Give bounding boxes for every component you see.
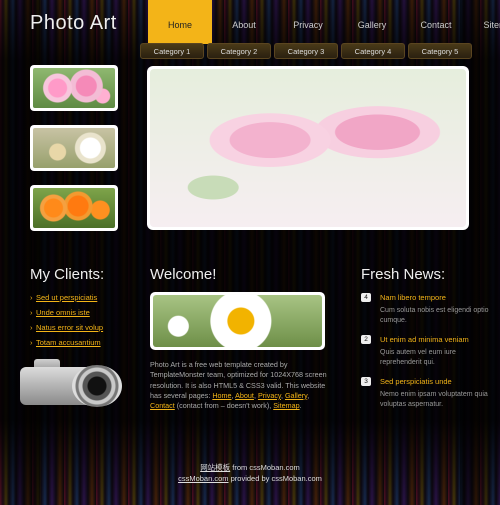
client-link[interactable]: › Natus error sit volup (30, 322, 103, 337)
link-gallery[interactable]: Gallery (285, 391, 307, 400)
logo[interactable]: Photo Art (30, 12, 117, 35)
news-number-badge: 4 (361, 293, 371, 302)
footer-site-link[interactable]: cssMoban.com (178, 474, 228, 483)
link-about[interactable]: About (235, 391, 254, 400)
thumbnail-orange-roses[interactable] (30, 185, 118, 231)
clients-list: › Sed ut perspiciatis › Unde omnis iste › N… (30, 292, 103, 352)
news-number-badge: 2 (361, 335, 371, 344)
white-flowers-image (33, 128, 115, 168)
news-list: 4 Nam libero tempore Cum soluta nobis es… (361, 292, 491, 418)
news-item: 2 Ut enim ad minima veniam Quis autem ve… (361, 334, 491, 376)
hero-carnation-image (150, 69, 466, 227)
orange-roses-image (33, 188, 115, 228)
category-1-tab[interactable]: Category 1 (140, 43, 204, 59)
news-title-link[interactable]: Ut enim ad minima veniam (380, 335, 469, 344)
camera-image (20, 355, 130, 415)
welcome-heading: Welcome! (150, 266, 217, 283)
pink-flowers-image (33, 68, 115, 108)
category-5-tab[interactable]: Category 5 (408, 43, 472, 59)
nav-about[interactable]: About (212, 0, 276, 44)
header: Photo Art Home About Privacy Gallery Con… (0, 0, 500, 45)
news-item: 4 Nam libero tempore Cum soluta nobis es… (361, 292, 491, 334)
news-number-badge: 3 (361, 377, 371, 386)
footer-line-1: 网站模板 from cssMoban.com (200, 463, 300, 472)
hero-image-frame (147, 66, 469, 230)
welcome-text: Photo Art is a free web template created… (150, 360, 327, 411)
nav-privacy[interactable]: Privacy (276, 0, 340, 44)
link-sitemap[interactable]: Sitemap (273, 401, 299, 410)
nav-contact[interactable]: Contact (404, 0, 468, 44)
news-body: Nemo enim ipsam voluptatem quia voluptas… (380, 391, 488, 408)
camera-lens (72, 365, 122, 407)
client-link[interactable]: › Unde omnis iste (30, 307, 103, 322)
nav-sitemap[interactable]: Sitemap (468, 0, 500, 44)
link-contact[interactable]: Contact (150, 401, 175, 410)
footer-template-link[interactable]: 网站模板 (200, 463, 230, 472)
news-body: Quis autem vel eum iure reprehenderit qu… (380, 349, 456, 366)
link-privacy[interactable]: Privacy (258, 391, 281, 400)
category-3-tab[interactable]: Category 3 (274, 43, 338, 59)
thumbnail-white-flowers[interactable] (30, 125, 118, 171)
footer-line-2: cssMoban.com provided by cssMoban.com (178, 473, 322, 483)
nav-home[interactable]: Home (148, 0, 212, 44)
news-title-link[interactable]: Sed perspiciatis unde (380, 377, 452, 386)
link-home[interactable]: Home (212, 391, 231, 400)
client-link[interactable]: › Totam accusantium (30, 337, 103, 352)
category-2-tab[interactable]: Category 2 (207, 43, 271, 59)
nav-gallery[interactable]: Gallery (340, 0, 404, 44)
news-body: Cum soluta nobis est eligendi optio cumq… (380, 307, 489, 324)
client-link[interactable]: › Sed ut perspiciatis (30, 292, 103, 307)
news-title-link[interactable]: Nam libero tempore (380, 293, 446, 302)
thumbnail-pink-flowers[interactable] (30, 65, 118, 111)
category-4-tab[interactable]: Category 4 (341, 43, 405, 59)
welcome-image-frame (150, 292, 325, 350)
news-heading: Fresh News: (361, 266, 446, 283)
main-nav: Home About Privacy Gallery Contact Sitem… (148, 0, 500, 44)
clients-heading: My Clients: (30, 266, 105, 283)
daisy-image (153, 295, 322, 347)
news-item: 3 Sed perspiciatis unde Nemo enim ipsam … (361, 376, 491, 418)
category-bar: Category 1 Category 2 Category 3 Categor… (140, 43, 475, 59)
footer: 网站模板 from cssMoban.com cssMoban.com prov… (0, 463, 500, 484)
